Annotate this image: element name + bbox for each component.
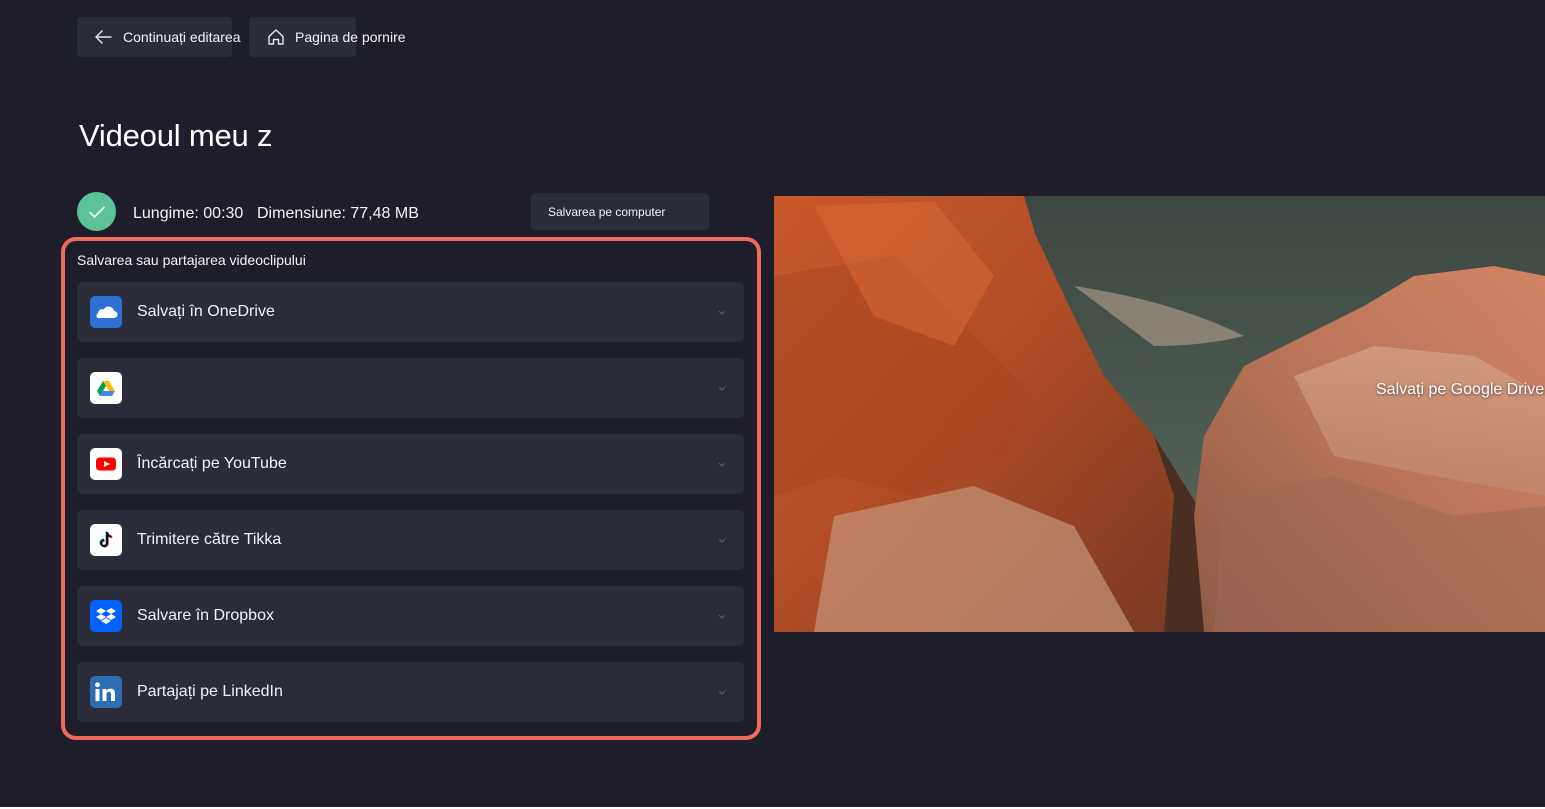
linkedin-icon xyxy=(90,676,122,708)
dropbox-icon xyxy=(90,600,122,632)
save-to-computer-button[interactable]: Salvarea pe computer xyxy=(531,193,709,230)
share-option-onedrive[interactable]: Salvați în OneDrive xyxy=(77,282,744,342)
share-option-label: Partajați pe LinkedIn xyxy=(137,683,283,700)
share-option-tiktok[interactable]: Trimitere către Tikka xyxy=(77,510,744,570)
onedrive-icon xyxy=(90,296,122,328)
home-icon xyxy=(267,28,285,46)
chevron-down-icon xyxy=(717,459,727,469)
check-icon xyxy=(77,192,116,231)
chevron-down-icon xyxy=(717,535,727,545)
continue-editing-button[interactable]: Continuați editarea xyxy=(77,17,241,57)
share-option-linkedin[interactable]: Partajați pe LinkedIn xyxy=(77,662,744,722)
continue-editing-label: Continuați editarea xyxy=(123,29,241,45)
page-title: Videoul meu z xyxy=(79,118,273,153)
google-drive-icon xyxy=(90,372,122,404)
share-option-dropbox[interactable]: Salvare în Dropbox xyxy=(77,586,744,646)
chevron-down-icon xyxy=(717,687,727,697)
preview-overlay-label: Salvați pe Google Drive xyxy=(1376,381,1545,398)
video-length: Lungime: 00:30 xyxy=(133,205,244,222)
share-option-google-drive[interactable] xyxy=(77,358,744,418)
video-size: Dimensiune: 77,48 MB xyxy=(257,205,419,222)
share-option-label: Trimitere către Tikka xyxy=(137,531,282,548)
share-option-label: Încărcați pe YouTube xyxy=(137,455,287,472)
share-option-youtube[interactable]: Încărcați pe YouTube xyxy=(77,434,744,494)
tiktok-icon xyxy=(90,524,122,556)
youtube-icon xyxy=(90,448,122,480)
video-preview xyxy=(774,196,1545,632)
arrow-left-icon xyxy=(94,29,112,45)
share-section-label: Salvarea sau partajarea videoclipului xyxy=(77,252,306,268)
share-option-label: Salvare în Dropbox xyxy=(137,607,274,624)
chevron-down-icon xyxy=(717,307,727,317)
export-page: Continuați editarea Pagina de pornire Vi… xyxy=(0,0,1545,809)
chevron-down-icon xyxy=(717,611,727,621)
home-page-label: Pagina de pornire xyxy=(295,29,406,45)
share-option-label: Salvați în OneDrive xyxy=(137,303,275,320)
home-page-button[interactable]: Pagina de pornire xyxy=(249,17,406,57)
chevron-down-icon xyxy=(717,383,727,393)
